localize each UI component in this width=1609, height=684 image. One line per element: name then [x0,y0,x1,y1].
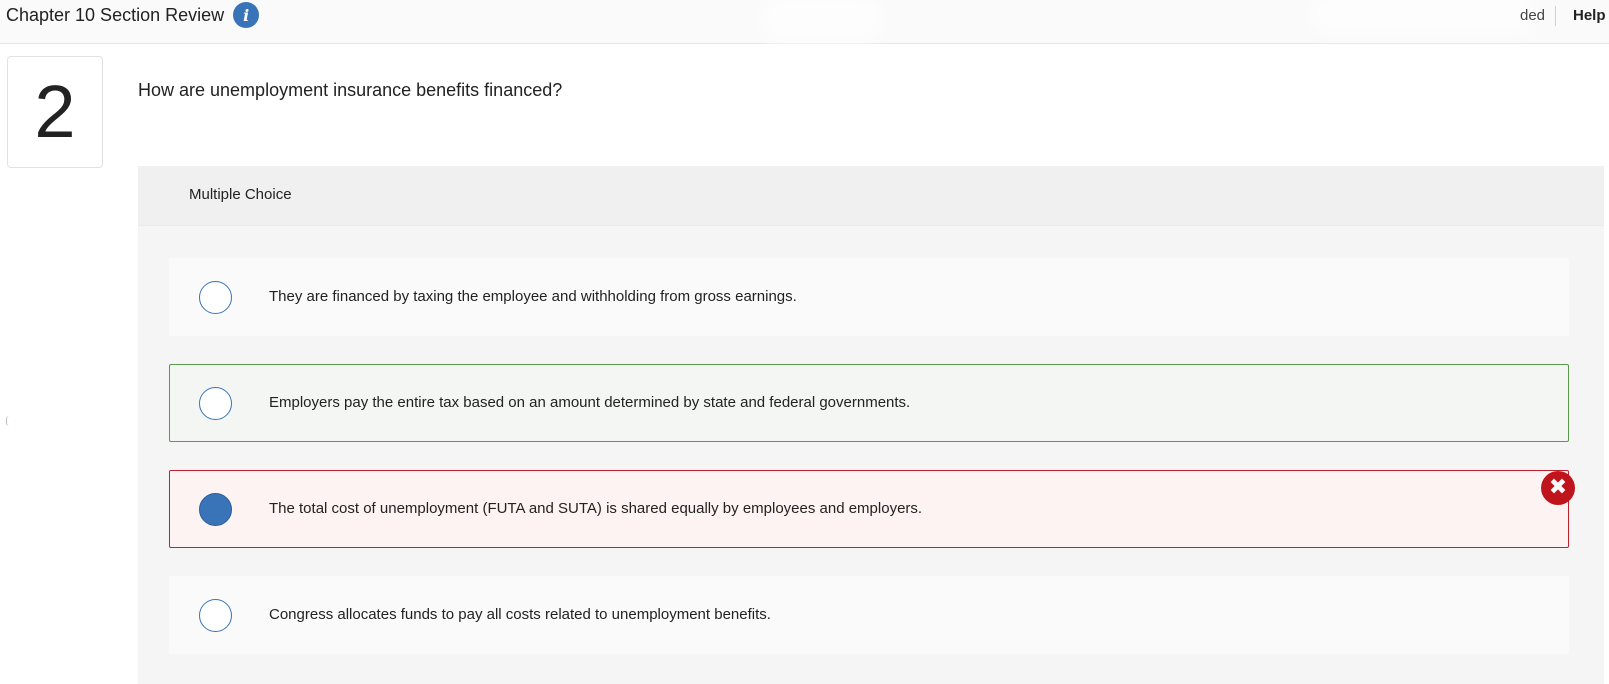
radio-button-selected[interactable] [199,493,232,526]
radio-button[interactable] [199,281,232,314]
choice-text: The total cost of unemployment (FUTA and… [269,500,923,517]
info-icon[interactable]: i [233,2,260,28]
saved-status: ded [1520,6,1557,26]
choice-text: Congress allocates funds to pay all cost… [269,606,771,623]
obscured-region [1320,2,1525,26]
scroll-edge-mark [6,416,9,426]
incorrect-x-icon: ✖ [1541,471,1575,505]
radio-button[interactable] [199,599,232,632]
answer-choice-4[interactable]: Congress allocates funds to pay all cost… [169,576,1569,654]
answer-choice-1[interactable]: They are financed by taxing the employee… [169,258,1569,336]
answer-choice-3[interactable]: The total cost of unemployment (FUTA and… [169,470,1569,548]
question-number-card: 2 [7,56,103,168]
choice-text: They are financed by taxing the employee… [269,288,797,305]
help-link[interactable]: Help [1573,6,1606,26]
choice-text: Employers pay the entire tax based on an… [269,394,911,411]
assignment-title: Chapter 10 Section Review i [6,2,260,28]
answer-header: Multiple Choice [138,166,1604,226]
answer-choice-2[interactable]: Employers pay the entire tax based on an… [169,364,1569,442]
radio-button[interactable] [199,387,232,420]
obscured-region [770,5,874,33]
question-number: 2 [34,70,76,153]
question-type-label: Multiple Choice [189,186,292,203]
assignment-title-text: Chapter 10 Section Review [6,4,225,25]
answer-panel: Multiple Choice They are financed by tax… [138,166,1604,684]
question-prompt: How are unemployment insurance benefits … [138,80,563,100]
top-bar: Chapter 10 Section Review i ded Help [0,0,1609,44]
